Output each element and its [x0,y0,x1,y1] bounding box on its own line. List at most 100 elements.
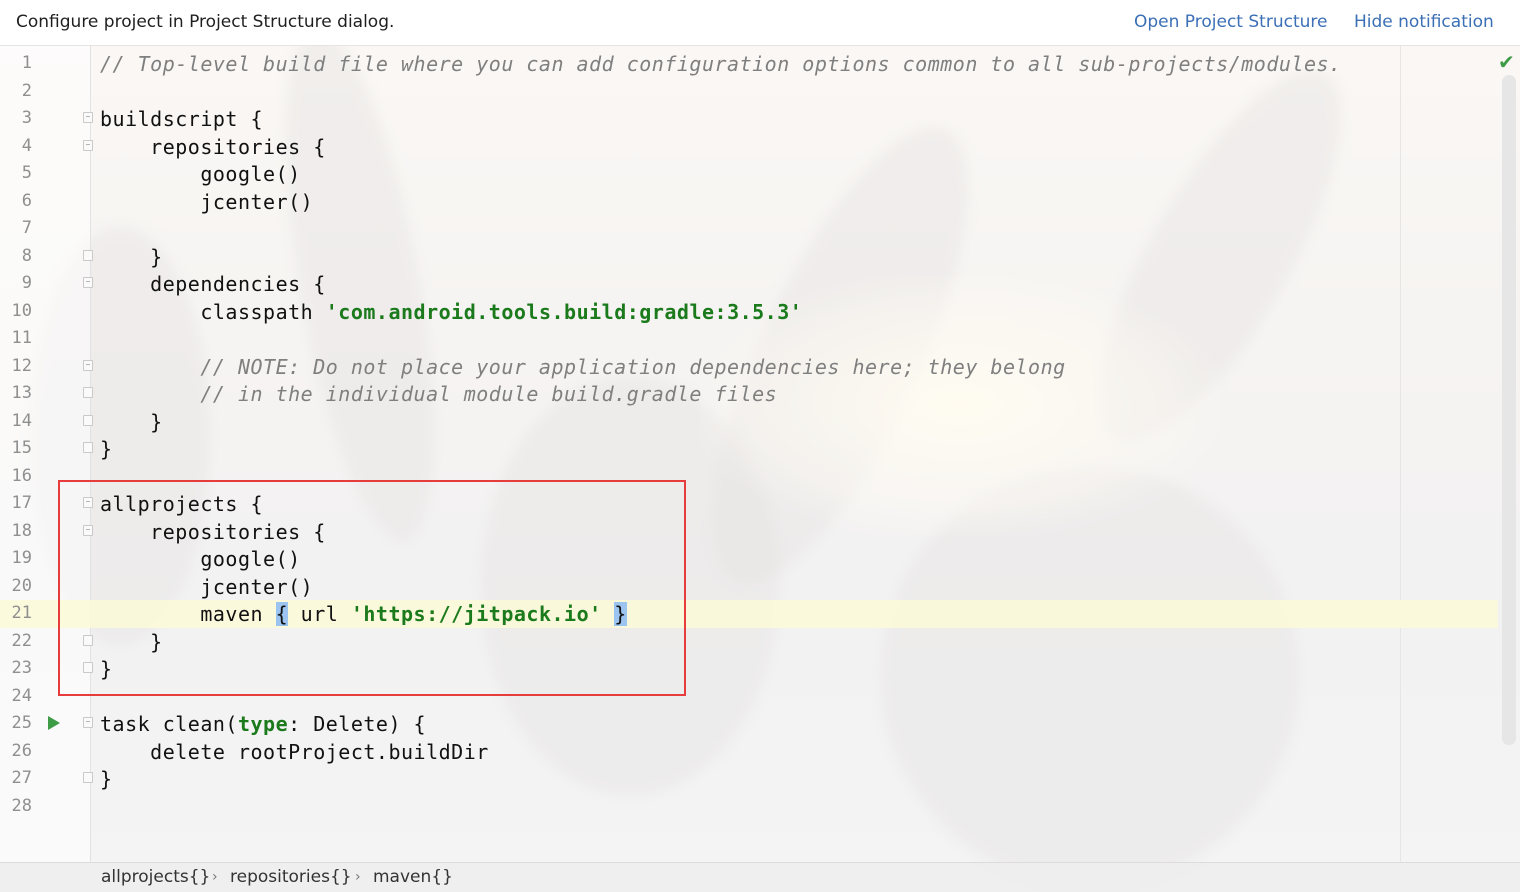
code-token: buildscript { [100,107,264,131]
code-text[interactable]: } [100,245,163,269]
chevron-right-icon: › [212,869,218,885]
code-line[interactable]: 8 } [0,243,1498,271]
fold-end-icon[interactable] [83,249,93,261]
check-icon[interactable]: ✔ [1498,50,1515,74]
code-keyword: type [237,712,289,736]
highlight-annotation-box [58,480,686,696]
code-line[interactable]: 7 [0,215,1498,243]
line-number: 25 [11,713,32,733]
line-number: 19 [11,548,32,568]
run-gutter-icon[interactable] [48,716,60,730]
code-line[interactable]: 2 [0,78,1498,106]
code-token: classpath [100,299,326,324]
code-token: delete rootProject.buildDir [100,739,489,764]
code-text[interactable]: // in the individual module build.gradle… [100,382,777,406]
code-line[interactable]: 25 task clean(type: Delete) { [0,710,1498,738]
code-text[interactable]: buildscript { [100,107,263,131]
code-token: task clean( [100,712,238,736]
code-token: : Delete) { [288,712,427,736]
code-text[interactable]: jcenter() [100,190,313,214]
line-number: 10 [11,300,32,321]
code-line[interactable]: 27} [0,765,1498,793]
fold-collapse-icon[interactable] [83,277,93,288]
code-comment: // Top-level build file where you can ad… [100,52,1342,76]
code-line[interactable]: 6 jcenter() [0,188,1498,216]
code-text[interactable]: // Top-level build file where you can ad… [100,52,1342,76]
hide-notification-link[interactable]: Hide notification [1354,12,1494,32]
fold-end-icon[interactable] [83,414,93,426]
line-number: 8 [21,245,32,266]
line-number: 11 [11,328,32,348]
code-line[interactable]: 11 [0,325,1498,353]
line-number: 27 [11,768,32,788]
line-number: 20 [11,575,32,596]
code-line[interactable]: 1 // Top-level build file where you can a… [0,50,1498,78]
line-number: 4 [21,135,32,156]
code-text[interactable]: classpath 'com.android.tools.build:gradl… [100,300,802,324]
code-token: dependencies { [100,272,326,296]
code-text[interactable]: task clean(type: Delete) { [100,712,426,736]
notification-bar: Configure project in Project Structure d… [0,0,1520,46]
code-comment: // NOTE: Do not place your application d… [100,354,1066,379]
code-line[interactable]: 13 // in the individual module build.gra… [0,380,1498,408]
notification-message: Configure project in Project Structure d… [16,12,395,32]
code-comment: // in the individual module build.gradle… [100,382,778,406]
code-line[interactable]: 10 classpath 'com.android.tools.build:gr… [0,298,1498,326]
code-line[interactable]: 12 // NOTE: Do not place your applicatio… [0,353,1498,381]
line-number: 7 [21,218,32,238]
line-number: 1 [21,53,32,73]
code-token: } [100,437,113,461]
line-number: 24 [11,685,32,706]
line-number: 21 [11,603,32,623]
breadcrumb-allprojects[interactable]: allprojects{} [101,867,210,887]
line-number: 12 [11,355,32,376]
line-number: 3 [21,108,32,128]
fold-collapse-icon[interactable] [83,359,93,371]
code-text[interactable]: repositories { [100,135,326,159]
code-text[interactable]: } [100,410,163,434]
code-text[interactable]: dependencies { [100,272,326,296]
code-line[interactable]: 3 buildscript { [0,105,1498,133]
code-line[interactable]: 4 repositories { [0,133,1498,161]
line-number: 16 [11,465,32,486]
line-number: 14 [11,410,32,431]
code-token: } [100,244,163,269]
fold-end-icon[interactable] [83,772,93,783]
fold-collapse-icon[interactable] [83,139,93,151]
fold-collapse-icon[interactable] [83,112,93,123]
code-token: google() [100,162,301,186]
code-token: jcenter() [100,189,314,214]
code-text[interactable]: google() [100,162,301,186]
line-number: 15 [11,438,32,458]
code-line[interactable]: 26 delete rootProject.buildDir [0,738,1498,766]
fold-end-icon[interactable] [83,442,93,453]
line-number: 9 [21,273,32,293]
line-number: 18 [11,520,32,541]
code-token: } [100,409,163,434]
breadcrumb-maven[interactable]: maven{} [373,867,453,887]
code-text[interactable]: delete rootProject.buildDir [100,740,489,764]
code-text[interactable]: } [100,767,113,791]
line-number: 26 [11,740,32,761]
code-token: } [100,767,113,791]
code-line[interactable]: 9 dependencies { [0,270,1498,298]
vertical-scrollbar[interactable] [1502,75,1516,745]
code-line[interactable]: 15} [0,435,1498,463]
code-line[interactable]: 14 } [0,408,1498,436]
code-line[interactable]: 28 [0,793,1498,821]
open-project-structure-link[interactable]: Open Project Structure [1134,12,1327,32]
line-number: 6 [21,190,32,211]
line-number: 17 [11,493,32,513]
code-text[interactable]: // NOTE: Do not place your application d… [100,355,1066,379]
breadcrumb: allprojects{} › repositories{} › maven{} [0,862,1520,892]
line-number: 5 [21,163,32,183]
line-number: 22 [11,630,32,651]
fold-end-icon[interactable] [83,387,93,398]
breadcrumb-repositories[interactable]: repositories{} [230,867,352,887]
code-text[interactable]: } [100,437,113,461]
fold-collapse-icon[interactable] [83,717,93,728]
chevron-right-icon: › [355,869,361,885]
code-line[interactable]: 5 google() [0,160,1498,188]
line-number: 28 [11,795,32,816]
code-token: repositories { [100,134,326,159]
